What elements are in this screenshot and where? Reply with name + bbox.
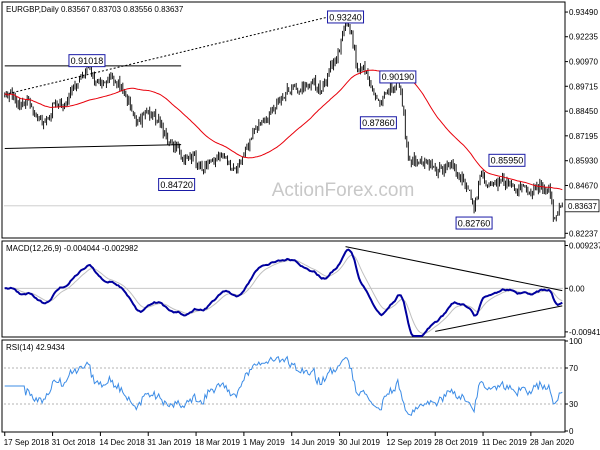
- rsi-panel-frame: [1, 339, 566, 433]
- x-tick-label: 12 Sep 2019: [386, 438, 432, 447]
- macd-title: MACD(12,26,9) -0.004044 -0.002982: [6, 244, 139, 253]
- rsi-title: RSI(14) 42.9434: [6, 343, 65, 352]
- rsi-tick-label: 30: [569, 400, 578, 409]
- rsi-tick-label: 70: [569, 364, 578, 373]
- y-tick-label: 0.92235: [569, 33, 598, 42]
- x-tick-label: 31 Oct 2018: [52, 438, 96, 447]
- macd-signal-line: [4, 254, 563, 335]
- y-tick-label: 0.87195: [569, 132, 598, 141]
- moving-average-line: [4, 69, 563, 191]
- x-tick-label: 11 Dec 2019: [482, 438, 527, 447]
- y-tick-label: 0.93490: [569, 8, 598, 17]
- y-tick-label: 0.85930: [569, 157, 598, 166]
- annotation-label: 0.87860: [362, 118, 395, 128]
- y-tick-label: 0.84670: [569, 181, 598, 190]
- price-annotation: 0.84720: [158, 177, 196, 191]
- y-tick-label: 0.90970: [569, 58, 598, 67]
- annotation-label: 0.91018: [71, 56, 104, 66]
- macd-trendline: [435, 305, 563, 332]
- x-tick-label: 28 Jan 2020: [530, 438, 575, 447]
- current-price-tag: 0.83637: [564, 199, 600, 213]
- price-annotation: 0.85950: [488, 153, 526, 167]
- x-tick-label: 18 Mar 2019: [195, 438, 240, 447]
- y-tick-label: 0.82237: [569, 229, 598, 238]
- x-tick-label: 14 Jun 2019: [291, 438, 336, 447]
- rsi-tick-label: 0: [569, 427, 574, 436]
- macd-tick-label: 0.009237: [569, 242, 600, 251]
- annotation-label: 0.84720: [160, 180, 193, 190]
- channel-line: [4, 144, 182, 150]
- dotted-trendline: [4, 12, 346, 95]
- annotation-label: 0.82760: [458, 218, 491, 228]
- x-tick-label: 17 Sep 2018: [4, 438, 50, 447]
- x-tick-label: 28 Oct 2019: [434, 438, 478, 447]
- current-price-label: 0.83637: [568, 202, 597, 211]
- macd-trendline: [345, 246, 563, 292]
- price-annotation: 0.82760: [455, 216, 493, 230]
- x-tick-label: 1 May 2019: [243, 438, 285, 447]
- price-annotation: 0.87860: [359, 116, 397, 130]
- y-tick-label: 0.89715: [569, 82, 598, 91]
- price-annotation: 0.90190: [379, 70, 417, 84]
- forex-chart: ActionForex.com 0.91018 0.93240 0.90190 0.8…: [1, 1, 600, 447]
- x-tick-label: 14 Dec 2018: [99, 438, 145, 447]
- annotation-label: 0.90190: [382, 72, 415, 82]
- price-chart-title: EURGBP,Daily 0.83567 0.83703 0.83556 0.8…: [6, 5, 184, 14]
- price-annotation: 0.91018: [68, 54, 106, 68]
- price-annotation: 0.93240: [327, 10, 365, 24]
- macd-tick-label: 0.00: [569, 284, 585, 293]
- rsi-tick-label: 100: [569, 337, 583, 346]
- rsi-line: [4, 355, 563, 416]
- price-panel-frame: [1, 1, 566, 239]
- x-tick-label: 31 Jan 2019: [147, 438, 192, 447]
- x-tick-label: 30 Jul 2019: [339, 438, 381, 447]
- y-tick-label: 0.88450: [569, 107, 598, 116]
- annotation-label: 0.93240: [329, 12, 362, 22]
- watermark: ActionForex.com: [272, 180, 415, 201]
- macd-tick-label: -0.009413: [569, 328, 600, 337]
- annotation-label: 0.85950: [491, 156, 524, 166]
